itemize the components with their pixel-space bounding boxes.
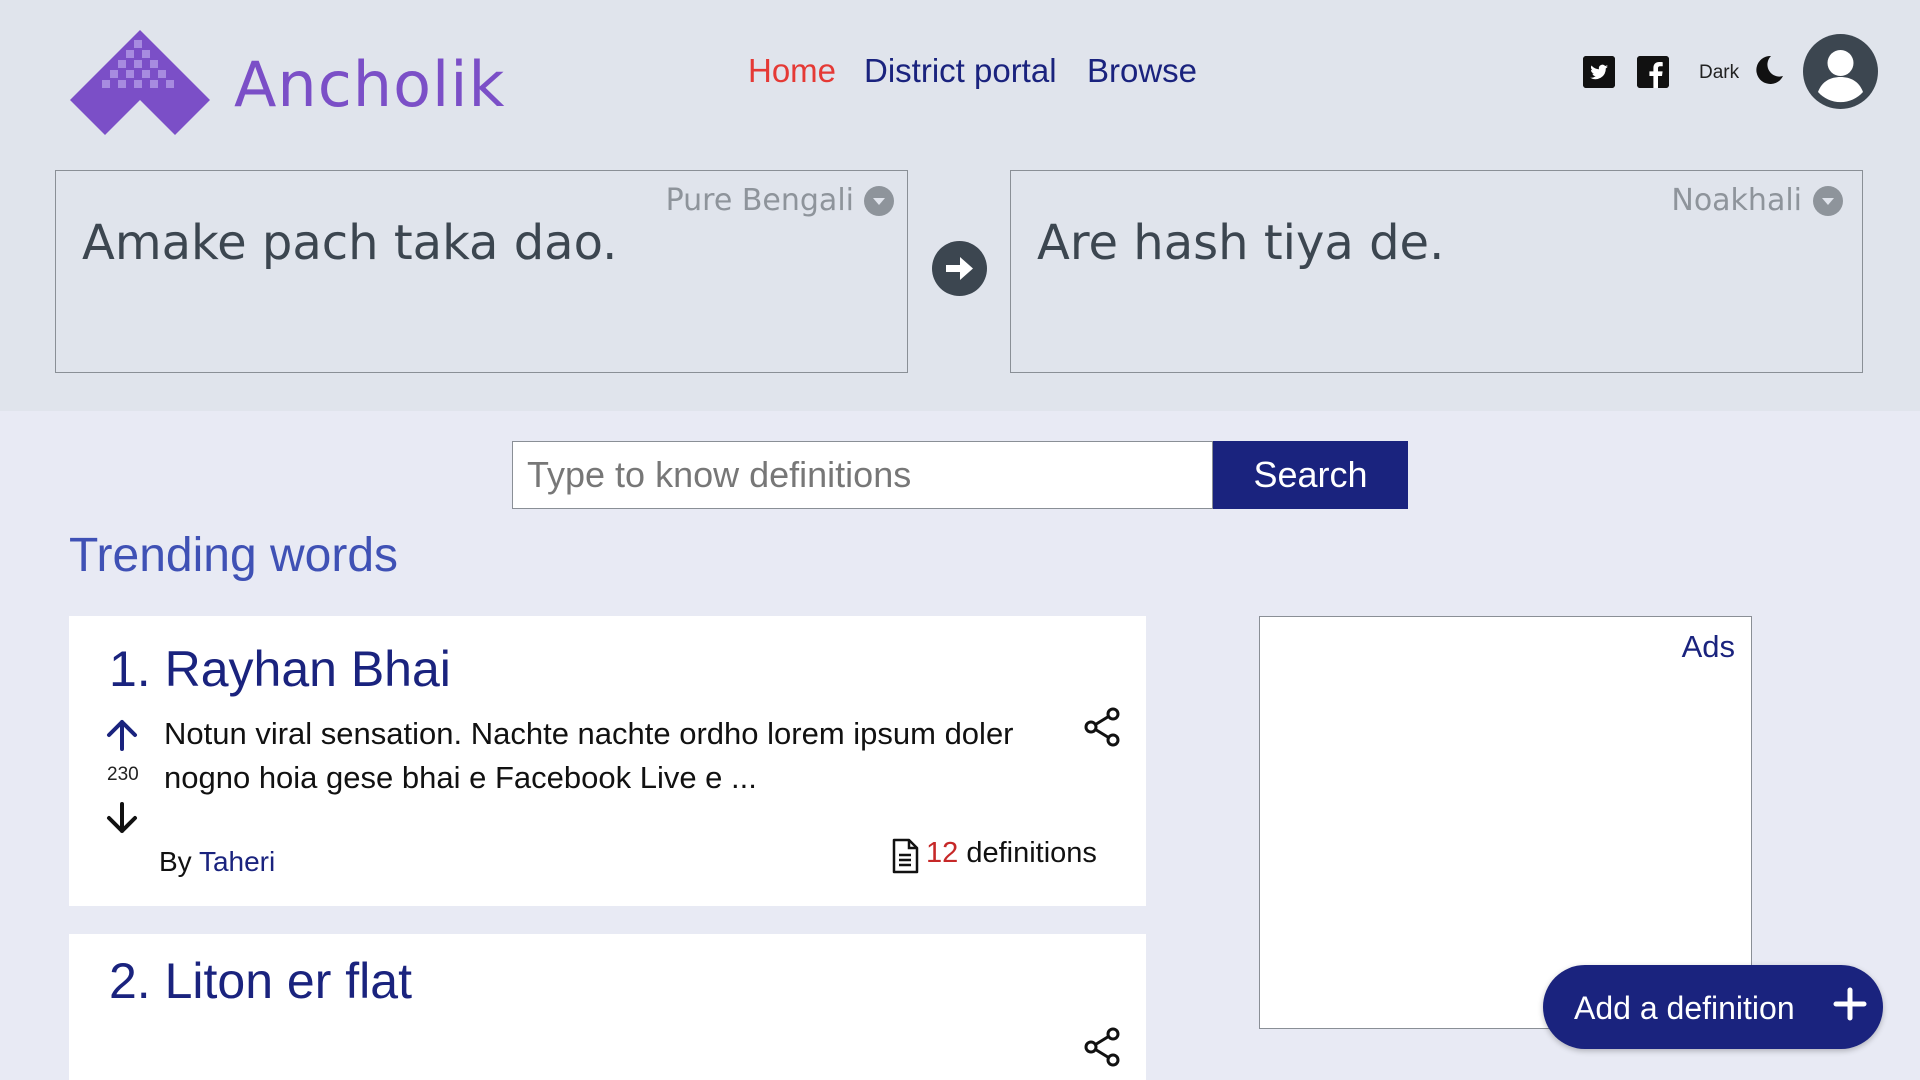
chevron-down-icon[interactable] [1813,186,1843,216]
brand-name[interactable]: Ancholik [234,48,505,121]
add-definition-label: Add a definition [1574,990,1795,1026]
nav-home[interactable]: Home [748,52,836,90]
word-title[interactable]: 2. Liton er flat [109,952,412,1010]
author-link[interactable]: Taheri [199,846,275,877]
search-button[interactable]: Search [1213,441,1408,509]
word-description: Notun viral sensation. Nachte nachte ord… [164,716,1014,795]
target-text-box[interactable]: Noakhali Are hash tiya de. [1010,170,1863,373]
definitions-number: 12 [926,837,959,869]
author-line: By Taheri [159,846,275,878]
share-icon[interactable] [1082,706,1124,748]
chevron-down-icon[interactable] [864,186,894,216]
definitions-count[interactable]: 12 definitions [926,837,1097,870]
nav-browse[interactable]: Browse [1087,52,1197,90]
share-icon[interactable] [1082,1026,1124,1068]
nav-district-portal[interactable]: District portal [864,52,1057,90]
logo-icon [70,30,210,135]
search-input[interactable] [512,441,1213,509]
moon-icon[interactable] [1751,54,1785,88]
user-avatar-icon[interactable] [1803,34,1878,109]
definitions-label: definitions [966,837,1097,869]
facebook-icon[interactable] [1637,56,1669,88]
translate-arrow-icon[interactable] [932,241,987,296]
source-language-select[interactable]: Pure Bengali [666,183,854,218]
document-icon [892,838,919,874]
word-title[interactable]: 1. Rayhan Bhai [109,640,451,698]
target-text[interactable]: Are hash tiya de. [1037,215,1444,271]
theme-toggle-label[interactable]: Dark [1699,62,1739,84]
plus-icon [1833,987,1867,1021]
trending-card: 2. Liton er flat [69,934,1146,1080]
twitter-icon[interactable] [1583,56,1615,88]
arrow-down-icon[interactable] [105,801,139,835]
by-label: By [159,846,192,877]
target-language-select[interactable]: Noakhali [1671,183,1802,218]
vote-count: 230 [107,764,139,785]
add-definition-button[interactable]: Add a definition [1543,965,1883,1049]
ads-label: Ads [1681,629,1735,664]
source-text-box[interactable]: Pure Bengali Amake pach taka dao. [55,170,908,373]
trending-card: 1. Rayhan Bhai 230 Notun viral sensation… [69,616,1146,906]
source-text[interactable]: Amake pach taka dao. [82,215,617,271]
arrow-up-icon[interactable] [105,718,139,752]
trending-title: Trending words [69,529,399,582]
